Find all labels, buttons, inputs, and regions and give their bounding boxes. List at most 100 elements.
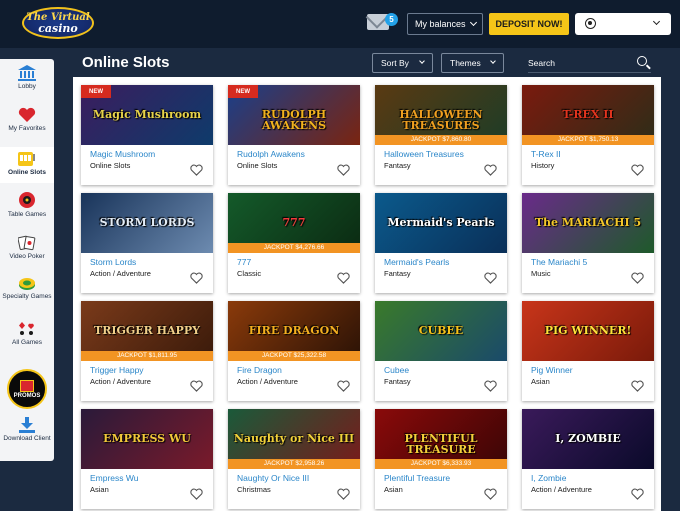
game-card[interactable]: FIRE DRAGON JACKPOT $25,322.58 Fire Dragon… [228, 301, 360, 401]
game-name-link[interactable]: Rudolph Awakens [237, 149, 305, 159]
game-thumbnail[interactable]: HALLOWEEN TREASURES JACKPOT $7,860.80 [375, 85, 507, 145]
game-name-link[interactable]: Mermaid's Pearls [384, 257, 449, 267]
slot-machine-icon [18, 152, 35, 166]
favorite-heart-icon[interactable] [631, 488, 644, 500]
game-thumbnail[interactable]: PIG WINNER! [522, 301, 654, 361]
favorite-heart-icon[interactable] [190, 272, 203, 284]
game-thumbnail[interactable]: 777 JACKPOT $4,276.66 [228, 193, 360, 253]
my-balances-dropdown[interactable]: My balances [407, 13, 483, 35]
sidebar-item-all-games[interactable]: All Games [0, 321, 54, 355]
favorite-heart-icon[interactable] [337, 272, 350, 284]
favorite-heart-icon[interactable] [337, 488, 350, 500]
game-card[interactable]: TRIGGER HAPPY JACKPOT $1,811.95 Trigger Ha… [81, 301, 213, 401]
jackpot-banner: JACKPOT $7,860.80 [375, 135, 507, 145]
game-category: Online Slots [237, 161, 278, 170]
game-card[interactable]: RUDOLPH AWAKENS NEW Rudolph Awakens Online … [228, 85, 360, 185]
game-thumbnail[interactable]: Magic Mushroom NEW [81, 85, 213, 145]
game-category: Action / Adventure [531, 485, 592, 494]
game-name-link[interactable]: Magic Mushroom [90, 149, 155, 159]
sidebar-item-table-games[interactable]: Table Games [0, 191, 54, 225]
game-card[interactable]: EMPRESS WU Empress Wu Asian [81, 409, 213, 509]
favorite-heart-icon[interactable] [631, 272, 644, 284]
game-name-link[interactable]: Naughty Or Nice III [237, 473, 309, 483]
game-card[interactable]: Mermaid's Pearls Mermaid's Pearls Fantasy [375, 193, 507, 293]
chevron-down-icon [419, 58, 425, 64]
game-thumbnail[interactable]: TRIGGER HAPPY JACKPOT $1,811.95 [81, 301, 213, 361]
favorite-heart-icon[interactable] [631, 164, 644, 176]
game-name-link[interactable]: Halloween Treasures [384, 149, 464, 159]
sidebar-item-favorites[interactable]: My Favorites [0, 107, 54, 141]
favorite-heart-icon[interactable] [631, 380, 644, 392]
favorite-heart-icon[interactable] [190, 488, 203, 500]
game-thumbnail[interactable]: RUDOLPH AWAKENS NEW [228, 85, 360, 145]
game-name-link[interactable]: Cubee [384, 365, 409, 375]
game-card[interactable]: HALLOWEEN TREASURES JACKPOT $7,860.80 Hall… [375, 85, 507, 185]
gift-icon [20, 379, 34, 392]
favorite-heart-icon[interactable] [190, 164, 203, 176]
game-thumbnail-title: PIG WINNER! [544, 324, 632, 337]
game-name-link[interactable]: Plentiful Treasure [384, 473, 450, 483]
game-card[interactable]: CUBEE Cubee Fantasy [375, 301, 507, 401]
deposit-now-button[interactable]: DEPOSIT NOW! [489, 13, 569, 35]
game-card[interactable]: 777 JACKPOT $4,276.66 777 Classic [228, 193, 360, 293]
sidebar-item-video-poker[interactable]: Video Poker [0, 235, 54, 269]
favorite-heart-icon[interactable] [337, 164, 350, 176]
game-card[interactable]: STORM LORDS Storm Lords Action / Adventure [81, 193, 213, 293]
game-category: Classic [237, 269, 262, 278]
promos-button[interactable]: PROMOS [7, 369, 47, 409]
sidebar-item-label: Specialty Games [2, 293, 52, 300]
game-card[interactable]: PLENTIFUL TREASURE JACKPOT $6,333.93 Plent… [375, 409, 507, 509]
game-category: Online Slots [90, 161, 131, 170]
game-name-link[interactable]: 777 [237, 257, 251, 267]
game-name-link[interactable]: I, Zombie [531, 473, 566, 483]
game-thumbnail[interactable]: I, ZOMBIE [522, 409, 654, 469]
jackpot-banner: JACKPOT $6,333.93 [375, 459, 507, 469]
game-name-link[interactable]: Storm Lords [90, 257, 136, 267]
game-thumbnail[interactable]: CUBEE [375, 301, 507, 361]
game-thumbnail[interactable]: T-REX II JACKPOT $1,750.13 [522, 85, 654, 145]
game-name-link[interactable]: Pig Winner [531, 365, 573, 375]
game-grid: Magic Mushroom NEW Magic Mushroom Online Sl… [73, 77, 661, 511]
game-name-link[interactable]: T-Rex II [531, 149, 561, 159]
download-icon [19, 417, 35, 433]
game-thumbnail[interactable]: EMPRESS WU [81, 409, 213, 469]
bank-icon [18, 65, 36, 81]
game-thumbnail-title: EMPRESS WU [103, 432, 191, 445]
sidebar-item-online-slots[interactable]: Online Slots [0, 147, 54, 183]
game-card[interactable]: I, ZOMBIE I, Zombie Action / Adventure [522, 409, 654, 509]
favorite-heart-icon[interactable] [337, 380, 350, 392]
favorite-heart-icon[interactable] [484, 380, 497, 392]
game-name-link[interactable]: Fire Dragon [237, 365, 282, 375]
favorite-heart-icon[interactable] [484, 488, 497, 500]
sort-by-dropdown[interactable]: Sort By [372, 53, 433, 73]
game-thumbnail[interactable]: STORM LORDS [81, 193, 213, 253]
game-thumbnail[interactable]: FIRE DRAGON JACKPOT $25,322.58 [228, 301, 360, 361]
sidebar-item-label: My Favorites [8, 125, 46, 132]
game-thumbnail[interactable]: PLENTIFUL TREASURE JACKPOT $6,333.93 [375, 409, 507, 469]
themes-dropdown[interactable]: Themes [441, 53, 504, 73]
sidebar-item-specialty-games[interactable]: Specialty Games [0, 275, 54, 315]
game-thumbnail-title: Mermaid's Pearls [387, 216, 495, 229]
game-thumbnail[interactable]: Naughty or Nice III JACKPOT $2,958.26 [228, 409, 360, 469]
account-dropdown[interactable] [575, 13, 671, 35]
game-card[interactable]: The MARIACHI 5 The Mariachi 5 Music [522, 193, 654, 293]
game-card[interactable]: Naughty or Nice III JACKPOT $2,958.26 Naug… [228, 409, 360, 509]
game-card[interactable]: T-REX II JACKPOT $1,750.13 T-Rex II History [522, 85, 654, 185]
casino-logo[interactable]: The Virtual casino [22, 7, 94, 39]
favorite-heart-icon[interactable] [190, 380, 203, 392]
game-card[interactable]: PIG WINNER! Pig Winner Asian [522, 301, 654, 401]
game-thumbnail[interactable]: The MARIACHI 5 [522, 193, 654, 253]
search-icon[interactable] [637, 56, 647, 66]
game-name-link[interactable]: Empress Wu [90, 473, 139, 483]
favorite-heart-icon[interactable] [484, 272, 497, 284]
game-thumbnail-title: FIRE DRAGON [248, 324, 340, 337]
game-card[interactable]: Magic Mushroom NEW Magic Mushroom Online Sl… [81, 85, 213, 185]
game-name-link[interactable]: Trigger Happy [90, 365, 144, 375]
game-thumbnail-title: T-REX II [562, 108, 614, 121]
sidebar-item-lobby[interactable]: Lobby [0, 65, 54, 99]
sidebar-item-download-client[interactable]: Download Client [0, 417, 54, 457]
game-name-link[interactable]: The Mariachi 5 [531, 257, 587, 267]
favorite-heart-icon[interactable] [484, 164, 497, 176]
search-input[interactable] [528, 55, 628, 71]
game-thumbnail[interactable]: Mermaid's Pearls [375, 193, 507, 253]
